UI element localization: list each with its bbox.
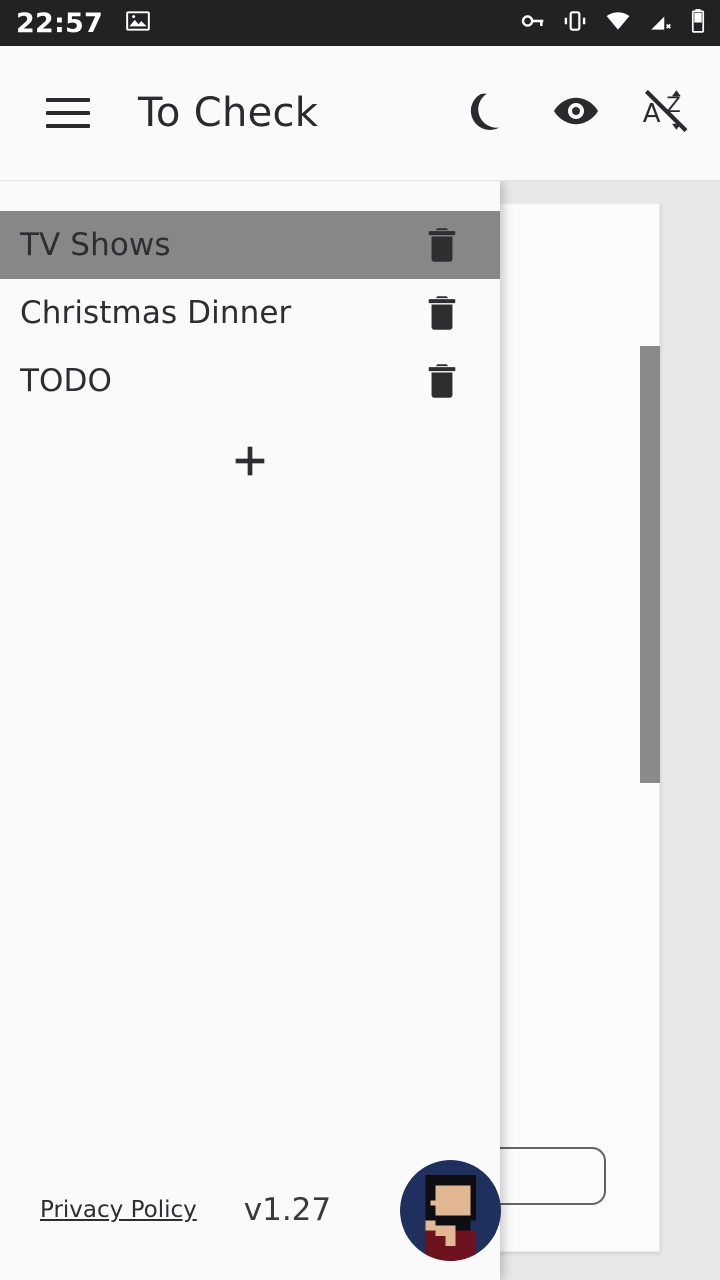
drawer-header-spacer (0, 181, 500, 211)
trash-icon[interactable] (418, 221, 466, 269)
mobile-signal-off-icon (648, 8, 674, 38)
status-bar-clock: 22:57 (16, 7, 103, 39)
status-bar: 22:57 (0, 0, 720, 46)
status-bar-notification-icons (125, 8, 151, 38)
trash-icon[interactable] (418, 357, 466, 405)
page-title: To Check (138, 90, 319, 136)
hamburger-line-2 (46, 111, 90, 115)
vpn-key-icon (520, 8, 546, 38)
dark-mode-toggle[interactable] (460, 87, 512, 139)
app-version-label: v1.27 (243, 1192, 332, 1228)
add-checklist-button[interactable] (222, 435, 278, 491)
image-icon (125, 8, 151, 38)
avatar[interactable] (400, 1159, 502, 1261)
sort-alphabetically-toggle[interactable]: A Z (640, 87, 692, 139)
drawer-item-label: TV Shows (20, 227, 171, 263)
eye-icon (552, 87, 600, 139)
sort-alpha-off-icon: A Z (640, 85, 692, 141)
app-bar: To Check A Z (0, 46, 720, 181)
privacy-policy-link[interactable]: Privacy Policy (40, 1197, 197, 1223)
moon-icon (463, 88, 509, 138)
drawer-item-christmas-dinner[interactable]: Christmas Dinner (0, 279, 500, 347)
navigation-drawer: TV Shows Christmas Dinner TODO Privacy P… (0, 181, 502, 1280)
app-bar-actions: A Z (460, 87, 692, 139)
drawer-item-tv-shows[interactable]: TV Shows (0, 211, 500, 279)
plus-icon (230, 441, 270, 485)
drawer-item-label: Christmas Dinner (20, 295, 292, 331)
wifi-icon (604, 8, 632, 38)
status-bar-system-icons (520, 8, 706, 38)
checklist-list: TV Shows Christmas Dinner TODO (0, 211, 500, 415)
vibrate-icon (562, 8, 588, 38)
battery-icon (690, 8, 706, 38)
show-hide-checked-toggle[interactable] (550, 87, 602, 139)
vertical-scrollbar-thumb[interactable] (640, 346, 660, 783)
drawer-item-label: TODO (20, 363, 113, 399)
drawer-item-todo[interactable]: TODO (0, 347, 500, 415)
trash-icon[interactable] (418, 289, 466, 337)
drawer-filler (0, 511, 500, 1140)
hamburger-line-1 (46, 98, 90, 102)
hamburger-line-3 (46, 124, 90, 128)
hamburger-menu-icon[interactable] (46, 98, 90, 128)
add-checklist-row (0, 415, 500, 511)
drawer-footer: Privacy Policy v1.27 (0, 1140, 502, 1280)
